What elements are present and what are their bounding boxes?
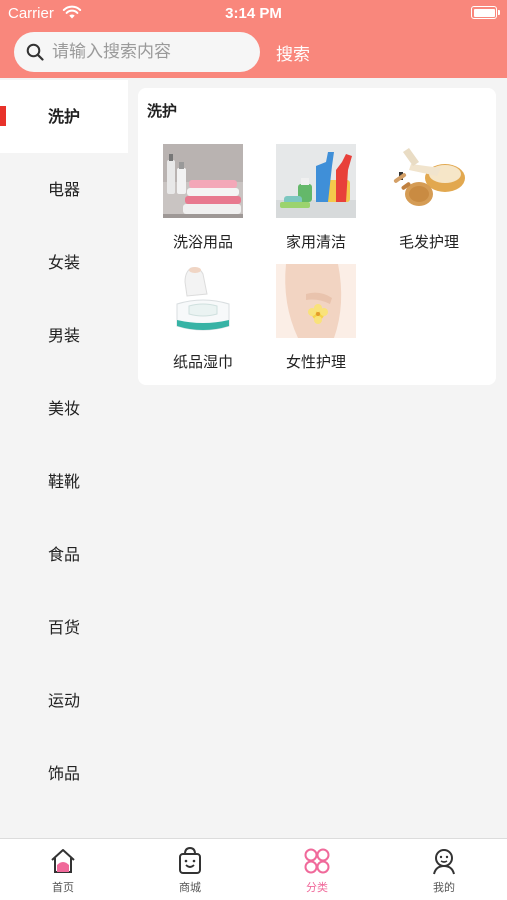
sidebar-item-appliances[interactable]: 电器 xyxy=(0,153,128,226)
sidebar-item-label: 运动 xyxy=(47,691,80,710)
sidebar-item-label: 百货 xyxy=(47,618,80,637)
category-sidebar: 洗护 电器 女装 男装 美妆 鞋靴 食品 百货 运动 饰品 xyxy=(0,78,128,838)
tab-label: 首页 xyxy=(52,881,74,894)
cleaning-supplies-image xyxy=(276,144,356,218)
sidebar-item-womens-clothing[interactable]: 女装 xyxy=(0,226,128,299)
tab-label: 我的 xyxy=(433,881,455,894)
hairbrush-image xyxy=(389,144,469,218)
subcategory-household-cleaning[interactable]: 家用清洁 xyxy=(260,144,372,264)
subcategory-label: 家用清洁 xyxy=(285,233,346,251)
tab-mall[interactable]: 商城 xyxy=(127,839,253,900)
sidebar-item-label: 女装 xyxy=(47,253,80,272)
sidebar-item-label: 男装 xyxy=(47,326,80,345)
subcategory-paper-wipes[interactable]: 纸品湿巾 xyxy=(147,264,259,384)
subcategory-feminine-care[interactable]: 女性护理 xyxy=(260,264,372,384)
subcategory-label: 纸品湿巾 xyxy=(172,353,233,371)
section-title: 洗护 xyxy=(147,102,178,120)
sidebar-item-label: 洗护 xyxy=(47,107,80,126)
profile-icon xyxy=(433,849,455,875)
tab-home[interactable]: 首页 xyxy=(0,839,126,900)
tab-label: 分类 xyxy=(306,881,328,894)
clock-label: 3:14 PM xyxy=(225,5,282,22)
battery-icon xyxy=(471,6,500,19)
sidebar-item-shoes[interactable]: 鞋靴 xyxy=(0,445,128,518)
sidebar-item-beauty[interactable]: 美妆 xyxy=(0,372,128,445)
subcategory-bath-products[interactable]: 洗浴用品 xyxy=(147,144,259,264)
home-icon xyxy=(51,849,75,873)
sidebar-item-general-goods[interactable]: 百货 xyxy=(0,591,128,664)
sidebar-item-food[interactable]: 食品 xyxy=(0,518,128,591)
sidebar-item-label: 美妆 xyxy=(47,399,80,418)
bottom-tab-bar: 首页 商城 分类 我的 xyxy=(0,838,507,900)
shopping-bag-icon xyxy=(179,847,201,874)
status-bar: Carrier 3:14 PM xyxy=(0,0,507,28)
tab-category[interactable]: 分类 xyxy=(254,839,380,900)
active-indicator xyxy=(0,106,6,126)
search-input[interactable] xyxy=(52,32,252,72)
sidebar-item-label: 食品 xyxy=(47,545,80,564)
sidebar-item-label: 鞋靴 xyxy=(47,472,80,491)
tab-profile[interactable]: 我的 xyxy=(381,839,507,900)
search-icon xyxy=(26,43,44,61)
sidebar-item-mens-clothing[interactable]: 男装 xyxy=(0,299,128,372)
subcategory-label: 洗浴用品 xyxy=(172,233,233,251)
category-icon xyxy=(304,848,330,874)
wet-wipes-image xyxy=(163,264,243,338)
subcategory-panel: 洗护 洗浴用品 家用清洁 毛发护理 纸品湿巾 女性护理 xyxy=(138,88,496,385)
sidebar-item-label: 饰品 xyxy=(47,764,80,783)
search-button[interactable]: 搜索 xyxy=(276,40,310,65)
towels-toiletries-image xyxy=(163,144,243,218)
subcategory-label: 毛发护理 xyxy=(398,233,459,251)
sidebar-item-wash-care[interactable]: 洗护 xyxy=(0,80,128,153)
subcategory-hair-care[interactable]: 毛发护理 xyxy=(373,144,485,264)
sidebar-item-accessories[interactable]: 饰品 xyxy=(0,737,128,810)
tab-label: 商城 xyxy=(179,881,201,894)
sidebar-item-sports[interactable]: 运动 xyxy=(0,664,128,737)
sidebar-item-label: 电器 xyxy=(47,180,80,199)
search-box[interactable] xyxy=(14,32,260,72)
flower-hand-image xyxy=(276,264,356,338)
header-bar: Carrier 3:14 PM 搜索 xyxy=(0,0,507,78)
subcategory-label: 女性护理 xyxy=(285,353,346,371)
